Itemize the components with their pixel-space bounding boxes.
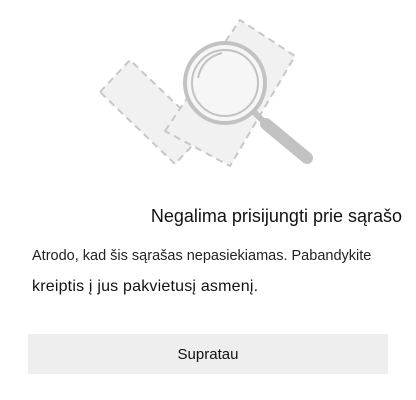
dialog-message-line1: Atrodo, kad šis sąrašas nepasiekiamas. P… <box>32 248 372 264</box>
dialog-message-line2: kreiptis į jus pakvietusį asmenį. <box>32 278 259 295</box>
dialog-message: Atrodo, kad šis sąrašas nepasiekiamas. P… <box>32 246 404 297</box>
error-dialog: Negalima prisijungti prie sąrašo Atrodo,… <box>0 0 416 400</box>
dialog-title: Negalima prisijungti prie sąrašo <box>150 206 402 226</box>
search-magnifier-illustration-icon <box>98 18 313 168</box>
ok-button[interactable]: Supratau <box>28 334 388 374</box>
